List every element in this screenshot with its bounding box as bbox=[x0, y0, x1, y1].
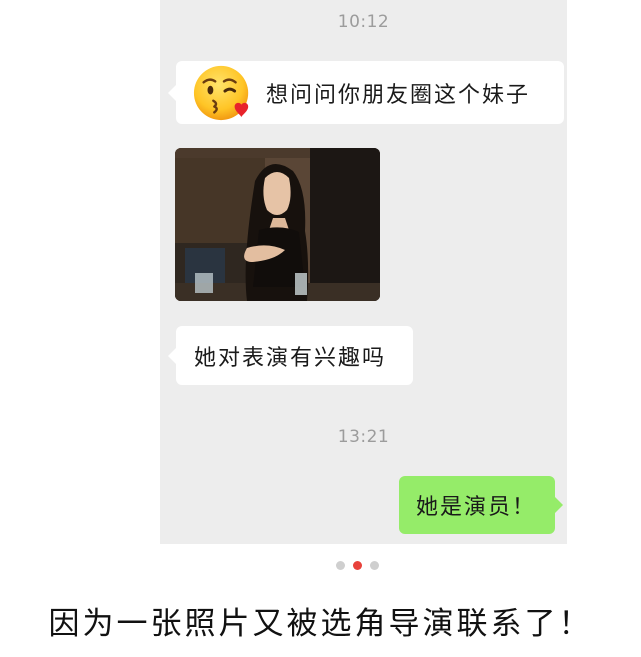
pager-dot[interactable] bbox=[370, 561, 379, 570]
message-text: 想问问你朋友圈这个妹子 bbox=[266, 82, 531, 108]
timestamp: 10:12 bbox=[337, 12, 390, 32]
pager-dot[interactable] bbox=[336, 561, 345, 570]
photo-message[interactable] bbox=[175, 148, 380, 301]
outgoing-message-bubble[interactable]: 她是演员！ bbox=[399, 476, 563, 534]
kissing-heart-emoji-icon bbox=[193, 65, 249, 120]
carousel-pager bbox=[336, 561, 379, 570]
incoming-message-bubble[interactable]: 想问问你朋友圈这个妹子 bbox=[168, 61, 564, 124]
caption: 因为一张照片又被选角导演联系了！ bbox=[48, 606, 593, 642]
pager-dot-active[interactable] bbox=[353, 561, 362, 570]
timestamp: 13:21 bbox=[337, 427, 390, 447]
message-text: 她是演员！ bbox=[416, 495, 537, 520]
woman-photo-image bbox=[175, 148, 380, 301]
incoming-message-bubble[interactable]: 她对表演有兴趣吗 bbox=[168, 326, 413, 385]
message-text: 她对表演有兴趣吗 bbox=[194, 345, 387, 371]
